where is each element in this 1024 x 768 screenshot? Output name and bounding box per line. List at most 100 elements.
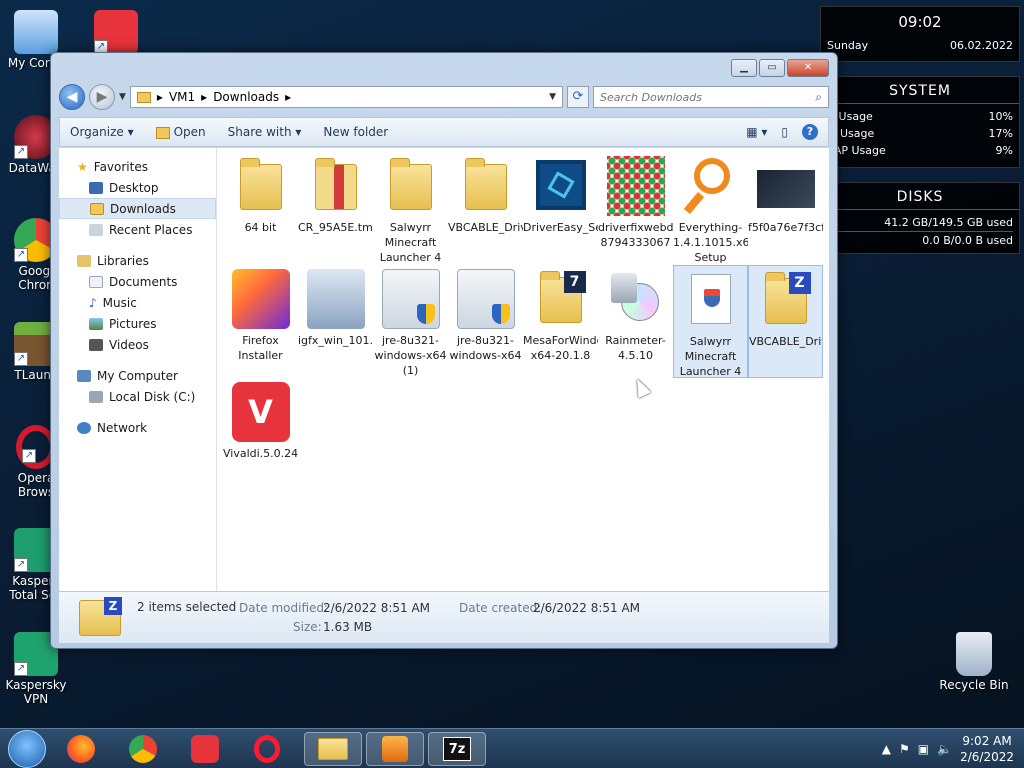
refresh-button[interactable]: ⟳ bbox=[567, 86, 589, 108]
search-box[interactable]: ⌕ bbox=[593, 86, 829, 108]
desktop-icon-vivaldi[interactable]: ↗ bbox=[80, 10, 152, 56]
file-item-jre[interactable]: jre-8u321-windows-x64 bbox=[448, 265, 523, 378]
java-setup-icon bbox=[456, 269, 515, 329]
search-input[interactable] bbox=[600, 90, 816, 104]
nav-my-computer[interactable]: My Computer bbox=[59, 365, 216, 386]
forward-button[interactable]: ▶ bbox=[89, 84, 115, 110]
desktop-icon-recycle-bin[interactable]: Recycle Bin bbox=[938, 632, 1010, 692]
breadcrumb-downloads[interactable]: Downloads bbox=[213, 90, 279, 104]
help-icon[interactable]: ? bbox=[802, 124, 818, 140]
folder-icon bbox=[307, 156, 365, 216]
nav-recent-places[interactable]: Recent Places bbox=[59, 219, 216, 240]
nav-favorites[interactable]: ★ Favorites bbox=[59, 156, 216, 177]
date-modified-label: Date modified: bbox=[239, 601, 329, 615]
file-item-rainmeter[interactable]: Rainmeter-4.5.10 bbox=[598, 265, 673, 378]
view-options-icon[interactable]: ▦ ▾ bbox=[746, 125, 767, 139]
taskbar-clock[interactable]: 9:02 AM 2/6/2022 bbox=[960, 733, 1014, 765]
file-item-drivereasy[interactable]: DriverEasy_Setup bbox=[523, 152, 598, 265]
address-bar[interactable]: ▸ VM1 ▸ Downloads ▸ ▼ bbox=[129, 86, 563, 108]
system-tray: ▲ ⚑ ▣ 🔈 9:02 AM 2/6/2022 bbox=[882, 733, 1024, 765]
file-item-vbcable-folder[interactable]: VBCABLE_Driver_Pack43 bbox=[448, 152, 523, 265]
breadcrumb-separator-icon[interactable]: ▸ bbox=[285, 90, 291, 104]
command-bar: Organize ▾ Open Share with ▾ New folder … bbox=[59, 117, 829, 147]
file-item-igfx[interactable]: igfx_win_101.1191 bbox=[298, 265, 373, 378]
file-item-jre-1[interactable]: jre-8u321-windows-x64 (1) bbox=[373, 265, 448, 378]
taskbar-firefox[interactable] bbox=[56, 732, 106, 766]
nav-pictures[interactable]: Pictures bbox=[59, 313, 216, 334]
chrome-icon bbox=[129, 734, 157, 763]
nav-documents[interactable]: Documents bbox=[59, 271, 216, 292]
address-bar-row: ◀ ▶ ▼ ▸ VM1 ▸ Downloads ▸ ▼ ⟳ ⌕ bbox=[59, 83, 829, 111]
organize-menu[interactable]: Organize ▾ bbox=[70, 125, 134, 139]
file-item-cr-tmp[interactable]: CR_95A5E.tmp bbox=[298, 152, 373, 265]
close-button[interactable]: ✕ bbox=[787, 59, 829, 77]
file-item-everything[interactable]: Everything-1.4.1.1015.x64-Setup bbox=[673, 152, 748, 265]
taskbar-media-player[interactable] bbox=[366, 731, 424, 766]
taskbar-7zip[interactable]: 7z bbox=[428, 731, 486, 766]
folder-icon bbox=[136, 91, 151, 103]
firefox-icon bbox=[67, 734, 95, 763]
shortcut-arrow-icon: ↗ bbox=[22, 449, 36, 463]
star-icon: ★ bbox=[77, 159, 88, 174]
taskbar: 7z ▲ ⚑ ▣ 🔈 9:02 AM 2/6/2022 bbox=[0, 728, 1024, 768]
nav-local-disk[interactable]: Local Disk (C:) bbox=[59, 386, 216, 407]
navigation-pane: ★ Favorites Desktop Downloads Recent Plac… bbox=[59, 148, 217, 591]
seven-zip-icon: 7 bbox=[532, 269, 590, 329]
address-dropdown-icon[interactable]: ▼ bbox=[549, 92, 556, 102]
network-icon[interactable]: ▣ bbox=[918, 742, 929, 756]
file-list: 64 bit CR_95A5E.tmp Salwyrr Minecraft La… bbox=[217, 148, 829, 591]
nav-libraries[interactable]: Libraries bbox=[59, 250, 216, 271]
file-item-vivaldi[interactable]: V Vivaldi.5.0.2497.48.x64 bbox=[223, 378, 298, 491]
file-item-64-bit[interactable]: 64 bit bbox=[223, 152, 298, 265]
breadcrumb-separator-icon[interactable]: ▸ bbox=[157, 90, 163, 104]
action-center-icon[interactable]: ⚑ bbox=[899, 742, 910, 756]
search-icon[interactable]: ⌕ bbox=[815, 90, 822, 105]
drivereasy-icon bbox=[535, 160, 586, 210]
file-item-f5f0-video[interactable]: f5f0a76e7f3cfbbf9017f3204f97d63d bbox=[748, 152, 823, 265]
hard-drive-icon bbox=[89, 390, 103, 403]
file-item-salwyrr-jar[interactable]: Salwyrr Minecraft Launcher 4 bbox=[673, 265, 748, 378]
minimize-button[interactable]: ▁ bbox=[731, 59, 757, 77]
taskbar-explorer[interactable] bbox=[304, 731, 362, 766]
show-hidden-icons-icon[interactable]: ▲ bbox=[882, 742, 891, 756]
taskbar-time: 9:02 AM bbox=[962, 733, 1012, 748]
volume-icon[interactable]: 🔈 bbox=[937, 742, 952, 756]
shortcut-arrow-icon: ↗ bbox=[14, 558, 28, 572]
nav-videos[interactable]: Videos bbox=[59, 334, 216, 355]
file-item-vbcable-zip[interactable]: Z VBCABLE_Driver_Pack43 bbox=[748, 265, 823, 378]
system-widget: SYSTEM U Usage 10% M Usage 17% VAP Usage 9% bbox=[820, 76, 1020, 168]
date-created-value: 2/6/2022 8:51 AM bbox=[533, 601, 641, 615]
media-player-icon bbox=[382, 735, 408, 762]
nav-downloads[interactable]: Downloads bbox=[59, 198, 216, 219]
breadcrumb-separator-icon[interactable]: ▸ bbox=[201, 90, 207, 104]
taskbar-opera[interactable] bbox=[242, 732, 292, 766]
maximize-button[interactable]: ▭ bbox=[759, 59, 785, 77]
file-item-driverfix[interactable]: driverfixwebdl-8794333067 bbox=[598, 152, 673, 265]
java-file-icon bbox=[690, 274, 731, 324]
share-with-menu[interactable]: Share with ▾ bbox=[228, 125, 302, 139]
disks-widget-title: DISKS bbox=[821, 183, 1019, 210]
disc-installer-icon bbox=[607, 269, 665, 329]
breadcrumb-vm1[interactable]: VM1 bbox=[169, 90, 195, 104]
taskbar-vivaldi[interactable] bbox=[180, 732, 230, 766]
history-dropdown-icon[interactable]: ▼ bbox=[119, 92, 126, 102]
nav-desktop[interactable]: Desktop bbox=[59, 177, 216, 198]
selection-zip-icon: Z bbox=[79, 597, 122, 636]
file-item-salwyrr-folder[interactable]: Salwyrr Minecraft Launcher 4 bbox=[373, 152, 448, 265]
nav-network[interactable]: Network bbox=[59, 417, 216, 438]
file-item-firefox-installer[interactable]: Firefox Installer bbox=[223, 265, 298, 378]
new-folder-button[interactable]: New folder bbox=[323, 125, 388, 139]
video-thumbnail-icon bbox=[756, 170, 815, 208]
taskbar-chrome[interactable] bbox=[118, 732, 168, 766]
vivaldi-icon: V bbox=[231, 382, 290, 442]
date-modified-value: 2/6/2022 8:51 AM bbox=[323, 601, 431, 615]
documents-icon bbox=[89, 275, 103, 288]
zip-archive-icon: Z bbox=[757, 270, 815, 330]
network-icon bbox=[77, 421, 91, 434]
file-item-mesa[interactable]: 7 MesaForWindows-x64-20.1.8 bbox=[523, 265, 598, 378]
preview-pane-icon[interactable]: ▯ bbox=[781, 125, 788, 139]
open-button[interactable]: Open bbox=[155, 125, 206, 139]
back-button[interactable]: ◀ bbox=[59, 84, 85, 110]
start-button[interactable] bbox=[8, 729, 46, 768]
nav-music[interactable]: ♪ Music bbox=[59, 292, 216, 313]
